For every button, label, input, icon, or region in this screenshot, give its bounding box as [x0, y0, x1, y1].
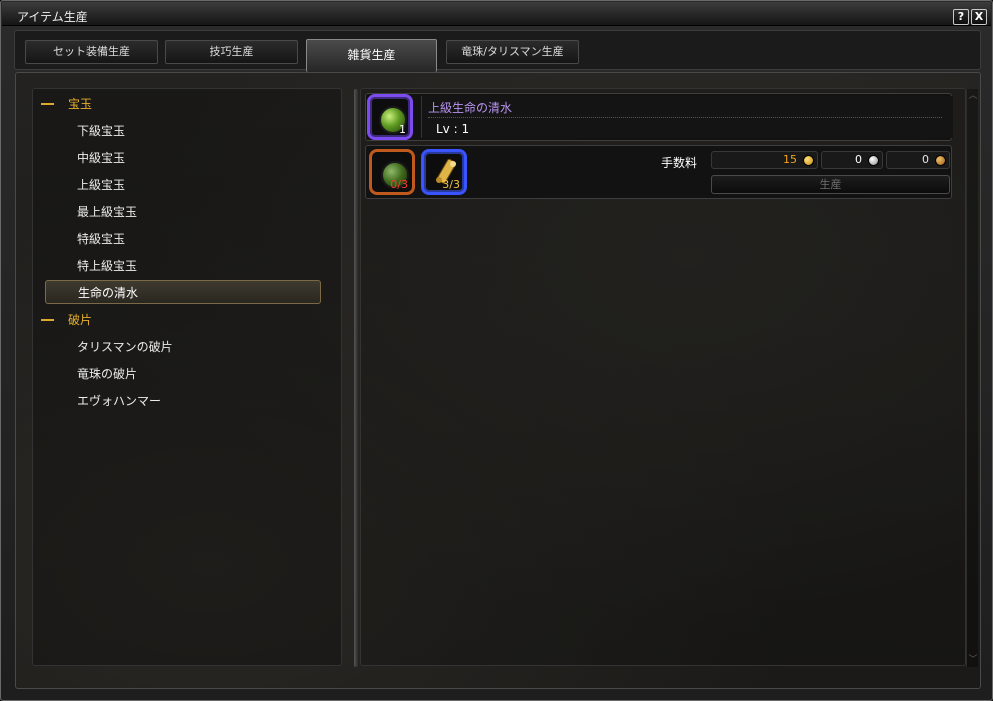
list-item-greater-gem[interactable]: 上級宝玉	[77, 176, 125, 194]
silver-coin-icon	[868, 155, 879, 166]
scroll-up-icon[interactable]: ︿	[968, 91, 978, 101]
material-count: 0/3	[390, 178, 408, 191]
result-item-slot[interactable]: 1	[367, 94, 413, 140]
item-production-window: アイテム生産 ? X セット装備生産 技巧生産 雑貨生産 竜珠/タリスマン生産 …	[0, 0, 993, 701]
panel-divider[interactable]	[354, 89, 358, 667]
result-item-level: Lv : 1	[436, 122, 470, 136]
close-button[interactable]: X	[971, 9, 987, 25]
divider-line	[428, 117, 942, 118]
help-button[interactable]: ?	[953, 9, 969, 25]
result-item-box: 1 上級生命の清水 Lv : 1	[365, 93, 953, 141]
list-item-middle-gem[interactable]: 中級宝玉	[77, 149, 125, 167]
recipe-detail-panel: 1 上級生命の清水 Lv : 1 0/3 3/3 手数料 15 0 0 生産	[360, 88, 966, 666]
fee-silver-field: 0	[821, 151, 883, 169]
result-info: 上級生命の清水 Lv : 1	[421, 96, 953, 138]
category-label: 宝玉	[68, 97, 93, 111]
collapse-icon	[41, 319, 54, 321]
fee-copper-field: 0	[886, 151, 950, 169]
list-item-supreme-gem[interactable]: 最上級宝玉	[77, 203, 137, 221]
fee-label: 手数料	[661, 156, 698, 170]
fee-gold-value: 15	[783, 153, 797, 166]
list-item-evo-hammer[interactable]: エヴォハンマー	[77, 392, 161, 410]
material-slot-2[interactable]: 3/3	[421, 149, 467, 195]
copper-coin-icon	[935, 155, 946, 166]
list-item-label: 生命の清水	[78, 286, 139, 300]
list-item-special-upper-gem[interactable]: 特上級宝玉	[77, 257, 137, 275]
tab-technique[interactable]: 技巧生産	[165, 40, 298, 64]
category-label: 破片	[68, 313, 93, 327]
material-slot-1[interactable]: 0/3	[369, 149, 415, 195]
window-title: アイテム生産	[17, 10, 88, 24]
list-item-lesser-gem[interactable]: 下級宝玉	[77, 122, 125, 140]
result-item-name: 上級生命の清水	[428, 101, 513, 115]
list-item-dragon-jewel-fragment[interactable]: 竜珠の破片	[77, 365, 137, 383]
collapse-icon	[41, 103, 54, 105]
title-bar[interactable]: アイテム生産 ? X	[2, 2, 991, 26]
gold-coin-icon	[803, 155, 814, 166]
scrollbar[interactable]: ︿ ﹀	[966, 89, 978, 667]
result-quantity: 1	[399, 123, 406, 136]
scroll-down-icon[interactable]: ﹀	[968, 655, 978, 665]
tab-bar: セット装備生産 技巧生産 雑貨生産 竜珠/タリスマン生産	[14, 30, 981, 72]
list-item-water-of-life-selected[interactable]: 生命の清水	[45, 280, 321, 304]
list-item-special-gem[interactable]: 特級宝玉	[77, 230, 125, 248]
content-area: 宝玉 下級宝玉 中級宝玉 上級宝玉 最上級宝玉 特級宝玉 特上級宝玉 生命の清水…	[15, 72, 981, 689]
tab-dragon-jewel-talisman[interactable]: 竜珠/タリスマン生産	[446, 40, 579, 64]
list-item-talisman-fragment[interactable]: タリスマンの破片	[77, 338, 173, 356]
tab-miscellaneous[interactable]: 雑貨生産	[306, 39, 437, 72]
fee-silver-value: 0	[855, 153, 862, 166]
materials-box: 0/3 3/3 手数料 15 0 0 生産	[365, 145, 952, 199]
fee-gold-field: 15	[711, 151, 818, 169]
fee-copper-value: 0	[922, 153, 929, 166]
material-count: 3/3	[442, 178, 460, 191]
produce-button[interactable]: 生産	[711, 175, 950, 194]
tab-set-equipment[interactable]: セット装備生産	[25, 40, 158, 64]
